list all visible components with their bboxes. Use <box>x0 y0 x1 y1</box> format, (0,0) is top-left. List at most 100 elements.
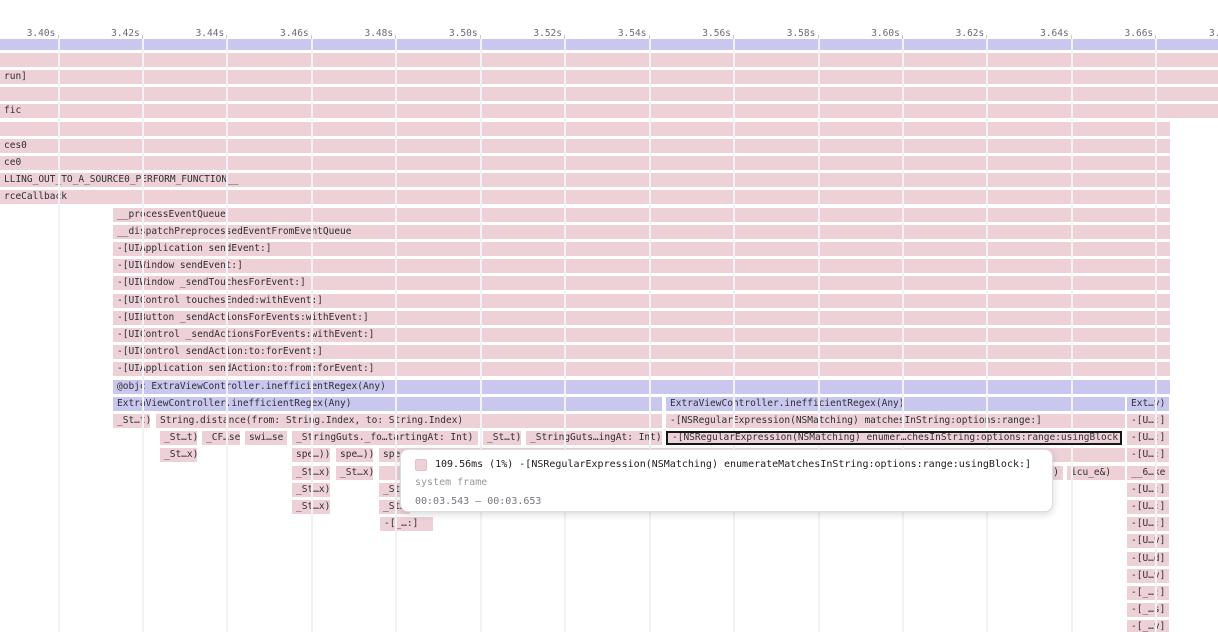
frame-bar[interactable]: -[_…v] <box>1127 620 1169 632</box>
frame-bar[interactable]: ce0 <box>0 156 1170 170</box>
ruler-tick <box>1071 35 1072 39</box>
frame-bar[interactable]: -[U…:] <box>1127 483 1169 497</box>
frame-bar[interactable]: ces0 <box>0 139 1170 153</box>
frame-bar[interactable]: ExtraViewController.inefficientRegex(Any… <box>113 397 662 411</box>
frame-bar[interactable]: _StringGuts._fo…tartingAt: Int) <box>292 431 478 445</box>
frame-bar[interactable]: -[UIButton _sendActionsForEvents:withEve… <box>113 311 1170 325</box>
ruler-tick <box>480 35 481 39</box>
gridline <box>311 39 313 632</box>
frame-bar[interactable]: swi…se <box>245 431 287 445</box>
gridline <box>142 39 144 632</box>
frame-bar[interactable]: _St…t) <box>160 431 197 445</box>
frame-bar[interactable]: __dispatchPreprocessedEventFromEventQueu… <box>113 225 1170 239</box>
frame-bar[interactable]: -[U…v] <box>1127 569 1169 583</box>
ruler-time-label: 3.54s <box>618 28 647 39</box>
frame-bar[interactable]: LLING_OUT_TO_A_SOURCE0_PERFORM_FUNCTION_… <box>0 173 1170 187</box>
frame-bar[interactable]: -[_…:] <box>380 517 433 531</box>
frame-bar[interactable]: -[U…:] <box>1127 414 1169 428</box>
frame-bar[interactable]: _CF…se <box>202 431 240 445</box>
frame-bar[interactable]: String.distance(from: String.Index, to: … <box>156 414 662 428</box>
frame-color-swatch <box>415 459 427 471</box>
ruler-time-label: 3.42s <box>111 28 140 39</box>
gridline <box>902 39 904 632</box>
ruler-tick <box>818 35 819 39</box>
tooltip-title: 109.56ms (1%) -[NSRegularExpression(NSMa… <box>435 459 1031 470</box>
frame-bar[interactable] <box>0 122 1170 136</box>
ruler-tick <box>395 35 396 39</box>
frame-bar[interactable] <box>0 53 1218 67</box>
ruler-time-label: 3.44s <box>196 28 225 39</box>
frame-bar[interactable]: icu_e&) <box>1067 466 1125 480</box>
ruler-time-label: 3.60s <box>871 28 900 39</box>
gridline <box>58 39 60 632</box>
frame-bar[interactable] <box>0 87 1218 101</box>
frame-bar[interactable]: __6…ke <box>1127 466 1169 480</box>
tooltip-title-row: 109.56ms (1%) -[NSRegularExpression(NSMa… <box>415 457 1038 472</box>
frame-bar[interactable]: _St…x) <box>336 466 373 480</box>
ruler-time-label: 3.56s <box>702 28 731 39</box>
frame-bar[interactable]: -[U…:] <box>1127 448 1169 462</box>
frame-bar[interactable]: _St…t) <box>483 431 521 445</box>
ruler-tick <box>311 35 312 39</box>
ruler-time-label: 3.52s <box>533 28 562 39</box>
gridline <box>986 39 988 632</box>
tooltip-time-range: 00:03.543 — 00:03.653 <box>415 496 1038 509</box>
ruler-time-label: 3.48s <box>364 28 393 39</box>
gridline <box>649 39 651 632</box>
ruler-tick <box>142 35 143 39</box>
ruler-tick <box>902 35 903 39</box>
frame-bar[interactable]: -[UIApplication sendEvent:] <box>113 242 1170 256</box>
ruler-time-label: 3.68s <box>1209 28 1218 39</box>
frame-bar[interactable]: -[U…:] <box>1127 431 1169 445</box>
ruler-time-label: 3.58s <box>787 28 816 39</box>
gridline <box>480 39 482 632</box>
frame-bar[interactable]: Ext…y) <box>1127 397 1169 411</box>
frame-bar[interactable]: -[U…v] <box>1127 534 1169 548</box>
frame-bar[interactable]: _St…t) <box>113 414 150 428</box>
frame-bar[interactable]: -[UIControl touchesEnded:withEvent:] <box>113 294 1170 308</box>
flame-graph: run] fic ces0 ce0 LLING_OUT_TO_A_SOURCE0_PER… <box>0 0 1218 632</box>
frame-bar[interactable]: _StringGuts…ingAt: Int) <box>526 431 662 445</box>
ruler-time-label: 3.66s <box>1125 28 1154 39</box>
frame-bar[interactable]: -[UIControl sendAction:to:forEvent:] <box>113 345 1170 359</box>
gridline <box>226 39 228 632</box>
ruler-tick <box>564 35 565 39</box>
frame-bar[interactable]: -[U…:] <box>1127 517 1169 531</box>
frame-bar[interactable]: -[U…d] <box>1127 552 1169 566</box>
selected-frame-bar[interactable]: -[NSRegularExpression(NSMatching) enumer… <box>666 431 1122 445</box>
frame-bar[interactable]: -[UIApplication sendAction:to:from:forEv… <box>113 362 1170 376</box>
frame-bar[interactable]: -[UIWindow sendEvent:] <box>113 259 1170 273</box>
frame-bar[interactable]: spe…)) <box>336 448 373 462</box>
frame-bar[interactable]: __processEventQueue <box>113 208 1170 222</box>
time-ruler[interactable]: 3.40s 3.42s 3.44s 3.46s 3.48s 3.50s 3.52s 3.54s… <box>0 0 1218 39</box>
ruler-time-label: 3.64s <box>1040 28 1069 39</box>
ruler-tick <box>649 35 650 39</box>
gridline <box>395 39 397 632</box>
gridline <box>1071 39 1073 632</box>
gridline <box>733 39 735 632</box>
ruler-time-label: 3.46s <box>280 28 309 39</box>
frame-bar[interactable]: rceCallback <box>0 190 1170 204</box>
frame-bar[interactable]: @objc ExtraViewController.inefficientReg… <box>113 380 1170 394</box>
ruler-time-label: 3.62s <box>956 28 985 39</box>
frame-bar[interactable]: -[UIControl _sendActionsForEvents:withEv… <box>113 328 1170 342</box>
gridline <box>564 39 566 632</box>
frame-bar[interactable]: -[_…:] <box>1127 586 1169 600</box>
tooltip-subtitle: system frame <box>415 477 1038 490</box>
frame-bar[interactable]: -[U…:] <box>1127 500 1169 514</box>
frame-bar[interactable]: -[UIWindow _sendTouchesForEvent:] <box>113 276 1170 290</box>
ruler-tick <box>226 35 227 39</box>
ruler-tick <box>1155 35 1156 39</box>
ruler-time-label: 3.40s <box>27 28 56 39</box>
frame-bar[interactable]: _St…x) <box>160 448 197 462</box>
frame-tooltip: 109.56ms (1%) -[NSRegularExpression(NSMa… <box>400 449 1053 512</box>
gridline <box>818 39 820 632</box>
frame-bar[interactable]: run] <box>0 70 1218 84</box>
frame-bar[interactable]: fic <box>0 104 1218 118</box>
ruler-tick <box>58 35 59 39</box>
ruler-tick <box>733 35 734 39</box>
frame-bar[interactable]: -[_…s] <box>1127 603 1169 617</box>
gridline <box>1155 39 1157 632</box>
ruler-time-label: 3.50s <box>449 28 478 39</box>
frame-bar[interactable] <box>0 39 1218 50</box>
